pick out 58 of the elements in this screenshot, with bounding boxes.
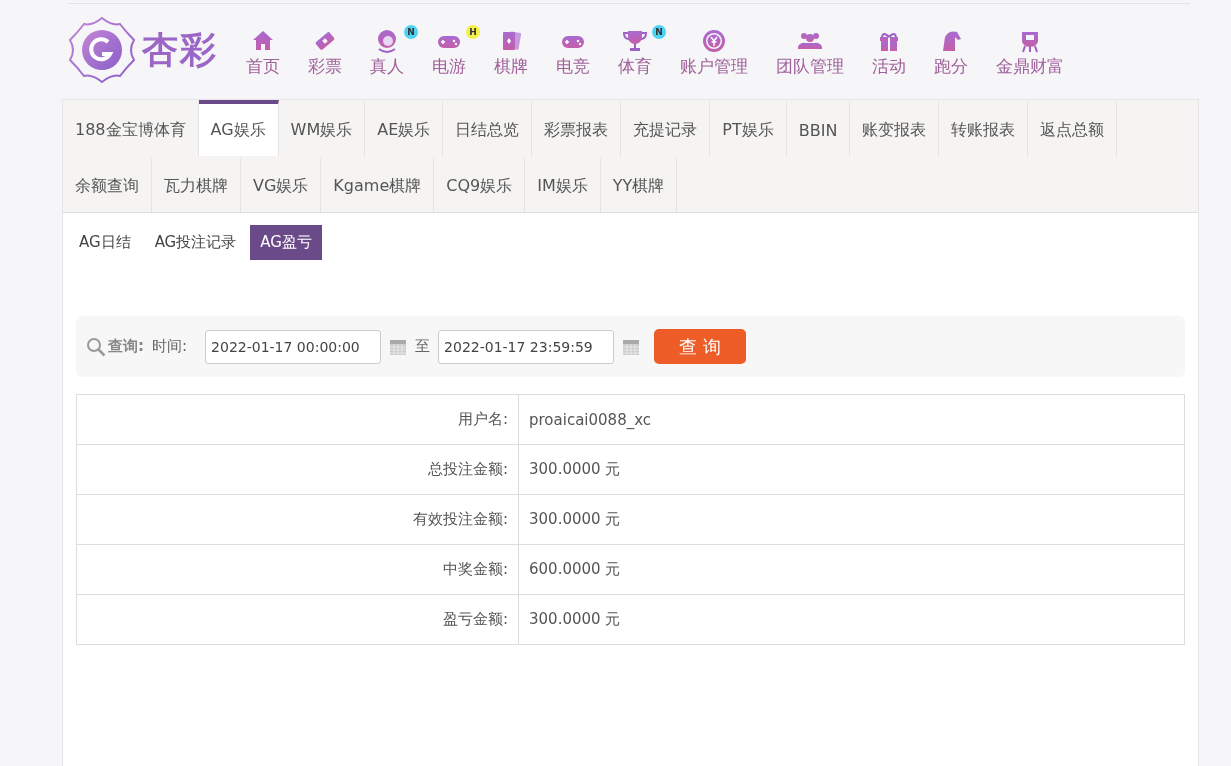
nav-item[interactable]: 活动: [858, 27, 920, 78]
row-label: 有效投注金额:: [76, 494, 519, 545]
sub-tab[interactable]: AG日结: [69, 225, 141, 260]
report-tab[interactable]: 转账报表: [939, 100, 1029, 156]
row-value: 300.0000 元: [518, 444, 1185, 495]
row-label: 总投注金额:: [76, 444, 519, 495]
logo-text: 杏彩: [142, 26, 218, 72]
report-tab[interactable]: 余额查询: [63, 156, 152, 212]
nav-badge: H: [466, 25, 480, 39]
nav-item[interactable]: 棋牌: [480, 27, 542, 78]
row-label: 盈亏金额:: [76, 594, 519, 645]
end-time-field[interactable]: 2022-01-17 23:59:59: [438, 329, 615, 364]
sub-tab[interactable]: AG盈亏: [250, 225, 322, 260]
report-tab[interactable]: WM娱乐: [278, 100, 366, 156]
nav-item[interactable]: 金鼎财富: [982, 27, 1078, 78]
report-tab[interactable]: 返点总额: [1028, 100, 1118, 156]
report-tab[interactable]: PT娱乐: [710, 100, 787, 156]
report-tab[interactable]: BBIN: [786, 100, 851, 156]
separator-text: 至: [415, 337, 431, 356]
calendar-icon[interactable]: [622, 337, 641, 356]
report-tab[interactable]: VG娱乐: [241, 156, 322, 212]
row-value: proaicai0088_xc: [518, 394, 1185, 445]
report-tab[interactable]: 188金宝博体育: [63, 100, 199, 156]
yen-coin-icon: [700, 27, 728, 55]
report-tab[interactable]: 彩票报表: [532, 100, 622, 156]
time-label: 时间:: [152, 337, 188, 356]
nav-item[interactable]: 彩票: [294, 27, 356, 78]
sub-tab[interactable]: AG投注记录: [144, 225, 247, 260]
nav-badge: N: [652, 25, 666, 39]
nav-item[interactable]: N 体育: [604, 27, 666, 78]
nav-item[interactable]: H 电游: [418, 27, 480, 78]
nav-item[interactable]: 团队管理: [762, 27, 858, 78]
row-label: 用户名:: [76, 394, 519, 445]
report-tab[interactable]: Kgame棋牌: [321, 156, 435, 212]
report-tab[interactable]: 日结总览: [443, 100, 533, 156]
report-tab[interactable]: 瓦力棋牌: [152, 156, 241, 212]
logo-icon: [68, 16, 136, 84]
report-tab[interactable]: IM娱乐: [525, 156, 601, 212]
start-time-field[interactable]: 2022-01-17 00:00:00: [205, 329, 382, 364]
report-tab[interactable]: 充提记录: [621, 100, 711, 156]
search-icon: [86, 336, 106, 357]
nav-item[interactable]: 账户管理: [666, 27, 762, 78]
row-value: 600.0000 元: [518, 544, 1185, 595]
row-value: 300.0000 元: [518, 594, 1185, 645]
nav-badge: N: [404, 25, 418, 39]
row-value: 300.0000 元: [518, 494, 1185, 545]
nav-item[interactable]: 跑分: [920, 27, 982, 78]
report-tab[interactable]: 账变报表: [850, 100, 940, 156]
nav-item[interactable]: 电竞: [542, 27, 604, 78]
nav-item[interactable]: 首页: [232, 27, 294, 78]
row-label: 中奖金额:: [76, 544, 519, 595]
nav-item[interactable]: N 真人: [356, 27, 418, 78]
query-label: 查询:: [108, 337, 144, 356]
report-tab[interactable]: YY棋牌: [600, 156, 678, 212]
report-tab[interactable]: AE娱乐: [365, 100, 444, 156]
report-tab[interactable]: AG娱乐: [198, 100, 279, 156]
calendar-icon[interactable]: [389, 337, 408, 356]
report-tab[interactable]: CQ9娱乐: [434, 156, 526, 212]
